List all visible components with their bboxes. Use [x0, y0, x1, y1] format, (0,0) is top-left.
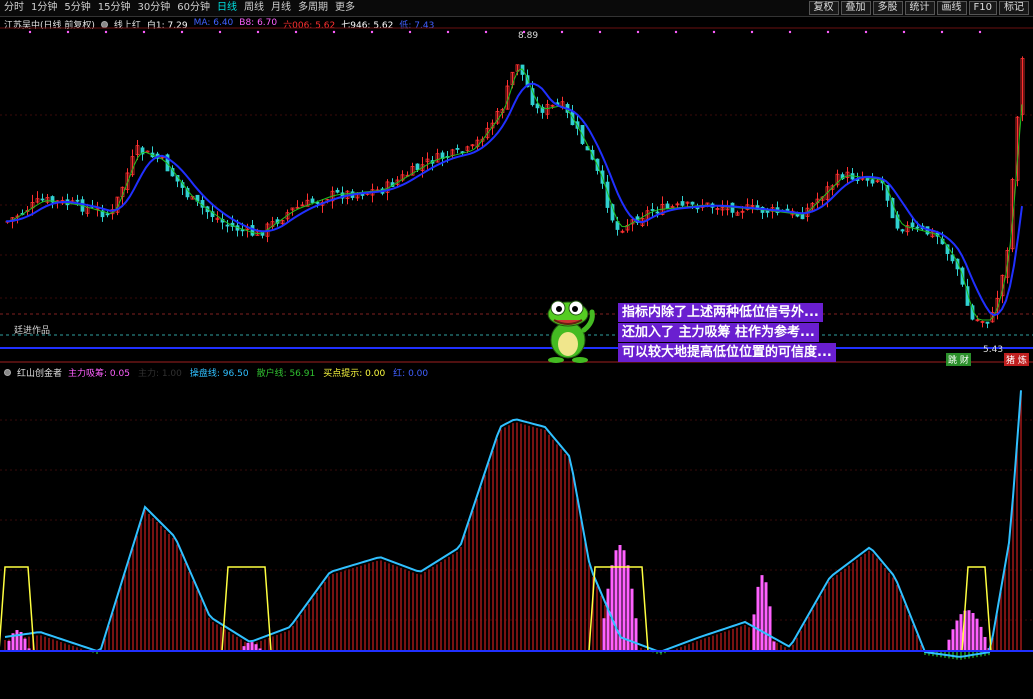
candle-body: [315, 202, 320, 204]
signal-dot: [180, 30, 184, 34]
candle-body: [310, 198, 315, 203]
badge-right: 猪 炼: [1004, 353, 1029, 366]
badge-left: 跳 财: [946, 353, 971, 366]
signal-dot: [750, 30, 754, 34]
candle-body: [915, 226, 920, 229]
candle-body: [415, 163, 420, 170]
candle-body: [910, 222, 915, 228]
studio-label: 廷进作品: [14, 326, 51, 336]
signal-dot: [978, 30, 982, 34]
callout-line-1: 指标内除了上述两种低位信号外...: [618, 303, 823, 322]
candle-body: [865, 178, 870, 181]
signal-dot: [598, 30, 602, 34]
signal-dot: [864, 30, 868, 34]
signal-dot: [294, 30, 298, 34]
candle-body: [105, 213, 110, 216]
candle-body: [680, 201, 685, 206]
candle-body: [360, 194, 365, 196]
high-price-label: 8.89: [518, 31, 538, 41]
short-ma-line: [5, 68, 1023, 321]
callout-line-2: 还加入了 主力吸筹 柱作为参考...: [618, 323, 819, 342]
signal-dot: [142, 30, 146, 34]
signal-dot: [332, 30, 336, 34]
signal-dot: [940, 30, 944, 34]
signal-dot: [104, 30, 108, 34]
candle-body: [655, 211, 660, 214]
long-ma-line: [5, 82, 1023, 317]
signal-dot: [28, 30, 32, 34]
signal-dot: [712, 30, 716, 34]
candle-body: [985, 321, 990, 324]
signal-dot: [66, 30, 70, 34]
signal-dot: [560, 30, 564, 34]
frog-mascot-icon: [547, 300, 595, 363]
callout-line-3: 可以较大地提高低位位置的可信度...: [618, 343, 836, 362]
candle-body: [870, 179, 875, 184]
candle-body: [40, 198, 45, 201]
signal-dot: [674, 30, 678, 34]
signal-dot: [826, 30, 830, 34]
signal-dot: [788, 30, 792, 34]
candle-body: [225, 224, 230, 227]
signal-dot: [902, 30, 906, 34]
signal-dot: [408, 30, 412, 34]
signal-dot: [484, 30, 488, 34]
signal-dot: [636, 30, 640, 34]
candle-body: [650, 209, 655, 211]
annotation-callout: 指标内除了上述两种低位信号外... 还加入了 主力吸筹 柱作为参考... 可以较…: [618, 303, 836, 363]
candle-body: [335, 189, 340, 193]
candle-body: [900, 229, 905, 232]
signal-dot: [370, 30, 374, 34]
chart-canvas[interactable]: 8.89 5.43: [0, 0, 1033, 699]
signal-dot: [256, 30, 260, 34]
candle-body: [145, 150, 150, 153]
candle-body: [455, 148, 460, 150]
signal-dot: [218, 30, 222, 34]
low-price-label: 5.43: [983, 345, 1003, 355]
candle-body: [665, 203, 670, 209]
candle-body: [690, 201, 695, 205]
candle-body: [75, 199, 80, 202]
signal-dot: [446, 30, 450, 34]
